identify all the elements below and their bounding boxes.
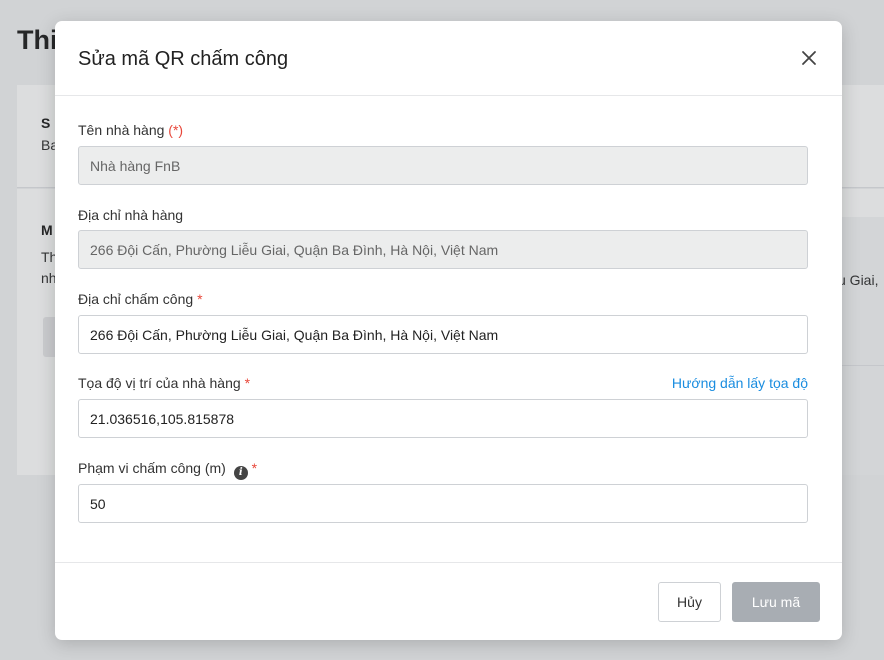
required-mark: * [197,291,203,307]
cancel-button[interactable]: Hủy [658,582,721,622]
restaurant-address-field [78,230,808,269]
modal-header: Sửa mã QR chấm công [55,21,842,96]
coordinates-label: Tọa độ vị trí của nhà hàng * [78,375,251,391]
required-mark: * [251,460,258,476]
modal-footer: Hủy Lưu mã [55,562,842,640]
restaurant-address-label: Địa chỉ nhà hàng [78,207,184,223]
close-icon [802,51,816,65]
close-button[interactable] [796,45,822,71]
checkin-range-field[interactable] [78,484,808,523]
checkin-address-field[interactable] [78,315,808,354]
required-mark: * [244,375,251,391]
info-icon[interactable]: i [233,466,248,480]
edit-qr-modal: Sửa mã QR chấm công Tên nhà hàng (*) Địa… [55,21,842,640]
modal-title: Sửa mã QR chấm công [78,48,289,70]
coordinates-field[interactable] [78,399,808,438]
checkin-address-label: Địa chỉ chấm công * [78,291,203,307]
required-mark: (*) [168,122,184,138]
coordinates-help-link[interactable]: Hướng dẫn lấy tọa độ [672,375,808,391]
save-button[interactable]: Lưu mã [732,582,820,622]
restaurant-name-field [78,146,808,185]
restaurant-name-label: Tên nhà hàng (*) [78,122,184,138]
checkin-range-label: Phạm vi chấm công (m) i * [78,460,258,480]
